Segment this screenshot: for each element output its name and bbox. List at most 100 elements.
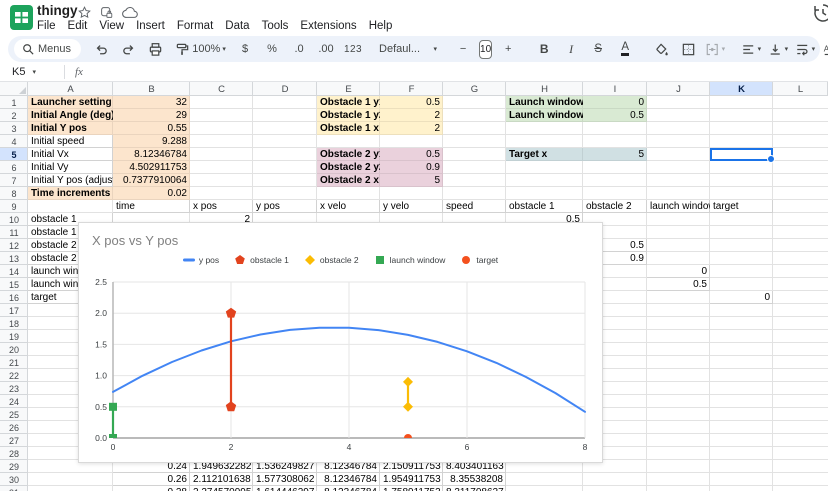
cell-B7[interactable]: 0.7377910064: [113, 174, 190, 187]
cell-B9[interactable]: time: [113, 200, 190, 213]
row-header-27[interactable]: 27: [0, 434, 28, 447]
row-header-5[interactable]: 5: [0, 148, 28, 161]
cell-E2[interactable]: Obstacle 1 y2: [317, 109, 380, 122]
cell-K16[interactable]: 0: [710, 291, 773, 304]
row-header-8[interactable]: 8: [0, 187, 28, 200]
column-header-A[interactable]: A: [28, 82, 113, 96]
cell-A6[interactable]: Initial Vy: [28, 161, 113, 174]
row-header-2[interactable]: 2: [0, 109, 28, 122]
selected-cell-outline[interactable]: [710, 148, 773, 161]
cell-H5[interactable]: Target x: [506, 148, 583, 161]
cell-F7[interactable]: 5: [380, 174, 443, 187]
row-header-25[interactable]: 25: [0, 408, 28, 421]
menu-item-edit[interactable]: Edit: [62, 18, 94, 34]
cell-B6[interactable]: 4.502911753: [113, 161, 190, 174]
row-header-14[interactable]: 14: [0, 265, 28, 278]
menu-item-file[interactable]: File: [31, 18, 62, 34]
cell-H1[interactable]: Launch window y1: [506, 96, 583, 109]
row-header-10[interactable]: 10: [0, 213, 28, 226]
decrease-font-size-button[interactable]: −: [450, 38, 476, 60]
cell-A7[interactable]: Initial Y pos (adjusted): [28, 174, 113, 187]
cell-I1[interactable]: 0: [583, 96, 647, 109]
row-header-6[interactable]: 6: [0, 161, 28, 174]
fill-color-button[interactable]: [648, 38, 674, 60]
cell-A2[interactable]: Initial Angle (deg): [28, 109, 113, 122]
cell-E5[interactable]: Obstacle 2 y1: [317, 148, 380, 161]
row-header-12[interactable]: 12: [0, 239, 28, 252]
print-button[interactable]: [142, 38, 168, 60]
cell-E31[interactable]: 8.12346784: [317, 486, 380, 491]
cell-H2[interactable]: Launch window y2: [506, 109, 583, 122]
menu-item-data[interactable]: Data: [219, 18, 255, 34]
row-header-31[interactable]: 31: [0, 486, 28, 491]
cell-F9[interactable]: y velo: [380, 200, 443, 213]
embedded-chart[interactable]: X pos vs Y pos y posobstacle 1obstacle 2…: [78, 222, 603, 463]
cell-F31[interactable]: 1.758911753: [380, 486, 443, 491]
row-header-24[interactable]: 24: [0, 395, 28, 408]
cell-G31[interactable]: 8.311708627: [443, 486, 506, 491]
document-title[interactable]: thingy: [37, 3, 78, 18]
row-header-20[interactable]: 20: [0, 343, 28, 356]
row-header-18[interactable]: 18: [0, 317, 28, 330]
row-header-23[interactable]: 23: [0, 382, 28, 395]
cell-E30[interactable]: 8.12346784: [317, 473, 380, 486]
cell-E1[interactable]: Obstacle 1 y1: [317, 96, 380, 109]
cell-A3[interactable]: Initial Y pos: [28, 122, 113, 135]
row-header-3[interactable]: 3: [0, 122, 28, 135]
text-rotation-button[interactable]: A ▾: [819, 38, 828, 60]
cell-C9[interactable]: x pos: [190, 200, 253, 213]
cell-F3[interactable]: 2: [380, 122, 443, 135]
row-header-29[interactable]: 29: [0, 460, 28, 473]
undo-button[interactable]: [88, 38, 114, 60]
cell-B31[interactable]: 0.28: [113, 486, 190, 491]
row-header-19[interactable]: 19: [0, 330, 28, 343]
zoom-control[interactable]: 100%▾: [196, 38, 222, 60]
cell-C31[interactable]: 2.274570995: [190, 486, 253, 491]
name-box[interactable]: K5 ▾: [0, 66, 64, 78]
cell-F6[interactable]: 0.9: [380, 161, 443, 174]
text-wrap-button[interactable]: ▾: [792, 38, 818, 60]
column-header-K[interactable]: K: [710, 82, 773, 96]
column-header-L[interactable]: L: [773, 82, 828, 96]
cell-I2[interactable]: 0.5: [583, 109, 647, 122]
cell-F1[interactable]: 0.5: [380, 96, 443, 109]
cell-E6[interactable]: Obstacle 2 y2: [317, 161, 380, 174]
cell-B3[interactable]: 0.55: [113, 122, 190, 135]
column-header-B[interactable]: B: [113, 82, 190, 96]
row-header-1[interactable]: 1: [0, 96, 28, 109]
cell-G30[interactable]: 8.35538208: [443, 473, 506, 486]
text-color-button[interactable]: A: [612, 38, 638, 60]
cell-F30[interactable]: 1.954911753: [380, 473, 443, 486]
select-all-corner[interactable]: [0, 82, 28, 96]
cell-J15[interactable]: 0.5: [647, 278, 710, 291]
menu-item-insert[interactable]: Insert: [130, 18, 171, 34]
cell-F5[interactable]: 0.5: [380, 148, 443, 161]
column-header-H[interactable]: H: [506, 82, 583, 96]
column-header-C[interactable]: C: [190, 82, 253, 96]
row-header-30[interactable]: 30: [0, 473, 28, 486]
cell-B5[interactable]: 8.12346784: [113, 148, 190, 161]
cell-D31[interactable]: 1.614446297: [253, 486, 317, 491]
column-header-I[interactable]: I: [583, 82, 647, 96]
row-header-17[interactable]: 17: [0, 304, 28, 317]
column-header-F[interactable]: F: [380, 82, 443, 96]
number-format-button[interactable]: 123: [340, 38, 366, 60]
row-header-9[interactable]: 9: [0, 200, 28, 213]
version-history-icon[interactable]: [812, 2, 828, 24]
paint-format-button[interactable]: [169, 38, 195, 60]
cell-B8[interactable]: 0.02: [113, 187, 190, 200]
row-header-7[interactable]: 7: [0, 174, 28, 187]
row-header-22[interactable]: 22: [0, 369, 28, 382]
row-header-21[interactable]: 21: [0, 356, 28, 369]
column-header-D[interactable]: D: [253, 82, 317, 96]
vertical-align-button[interactable]: ▾: [765, 38, 791, 60]
menu-item-extensions[interactable]: Extensions: [294, 18, 362, 34]
fill-handle[interactable]: [767, 155, 775, 163]
cell-J14[interactable]: 0: [647, 265, 710, 278]
cell-I5[interactable]: 5: [583, 148, 647, 161]
increase-font-size-button[interactable]: +: [495, 38, 521, 60]
cell-B2[interactable]: 29: [113, 109, 190, 122]
formula-input[interactable]: [83, 63, 828, 81]
row-header-16[interactable]: 16: [0, 291, 28, 304]
cell-A5[interactable]: Initial Vx: [28, 148, 113, 161]
